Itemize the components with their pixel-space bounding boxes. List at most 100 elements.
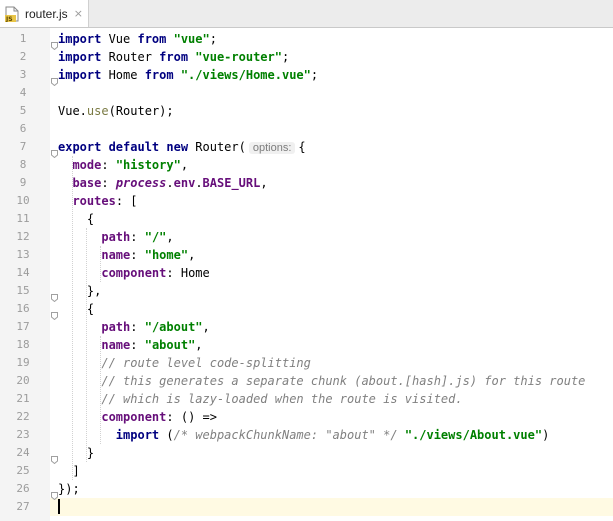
- code-line: // which is lazy-loaded when the route i…: [58, 390, 463, 408]
- close-icon[interactable]: ×: [74, 8, 83, 19]
- code-token: ,: [260, 176, 268, 190]
- js-file-icon: JS: [5, 6, 19, 23]
- line-number: 4: [19, 86, 27, 99]
- code-token: :: [130, 230, 145, 244]
- text-caret: [58, 499, 60, 514]
- line-number: 25: [16, 464, 30, 477]
- code-editor[interactable]: import Vue from "vue"; import Router from…: [50, 28, 613, 521]
- code-line: // this generates a separate chunk (abou…: [58, 372, 585, 390]
- code-line: import Home from "./views/Home.vue";: [58, 66, 318, 84]
- line-number: 19: [16, 356, 30, 369]
- code-line: {: [58, 210, 94, 228]
- code-token: });: [58, 482, 80, 496]
- fold-marker-icon[interactable]: [51, 287, 58, 303]
- parameter-hint: options:: [248, 142, 296, 154]
- line-number: 16: [16, 302, 30, 315]
- code-token: ;: [209, 32, 217, 46]
- code-token: import: [58, 68, 109, 82]
- code-token: ): [542, 428, 550, 442]
- tab-router-js[interactable]: JS router.js ×: [0, 0, 89, 27]
- code-token: ,: [202, 320, 210, 334]
- code-token: "/about": [144, 320, 203, 334]
- fold-marker-icon[interactable]: [51, 143, 58, 159]
- code-token: export: [58, 140, 109, 154]
- code-token: : [: [115, 194, 138, 208]
- code-token: mode: [72, 158, 102, 172]
- code-token: {: [298, 140, 306, 154]
- svg-text:JS: JS: [5, 16, 13, 22]
- line-number: 27: [16, 500, 30, 513]
- code-line: component: () =>: [58, 408, 217, 426]
- code-token: process: [115, 176, 167, 190]
- code-token: ;: [281, 50, 290, 64]
- line-number: 23: [16, 428, 30, 441]
- code-line: import (/* webpackChunkName: "about" */ …: [58, 426, 550, 444]
- code-token: ]: [58, 464, 80, 478]
- fold-marker-icon[interactable]: [51, 449, 58, 465]
- fold-marker-icon[interactable]: [51, 305, 58, 321]
- code-token: .: [195, 176, 203, 190]
- code-token: from: [137, 32, 174, 46]
- line-number: 7: [19, 140, 27, 153]
- code-token: from: [144, 68, 181, 82]
- code-token: "./views/Home.vue": [180, 68, 311, 82]
- code-token: import: [58, 32, 109, 46]
- code-line: }: [58, 444, 94, 462]
- code-line: name: "about",: [58, 336, 203, 354]
- line-number: 8: [19, 158, 27, 171]
- fold-marker-icon[interactable]: [51, 71, 58, 87]
- line-number: 24: [16, 446, 30, 459]
- code-token: ,: [188, 248, 196, 262]
- code-line: },: [58, 282, 101, 300]
- code-token: // which is lazy-loaded when the route i…: [101, 392, 463, 406]
- code-token: new: [166, 140, 196, 154]
- line-number-gutter: 1 2 3 4 5 6 7 8 9 10 11 12 13 14 15 16 17 18 19 20 21 22 23 24 2…: [0, 28, 50, 521]
- code-token: "/": [144, 230, 167, 244]
- code-line: export default new Router(options:{: [58, 138, 306, 156]
- line-number: 5: [19, 104, 27, 117]
- fold-marker-icon[interactable]: [51, 485, 58, 501]
- line-number: 22: [16, 410, 30, 423]
- code-token: from: [159, 50, 196, 64]
- code-token: : Home: [166, 266, 210, 280]
- code-token: ,: [180, 158, 189, 172]
- code-token: import: [115, 428, 167, 442]
- code-token: "vue-router": [195, 50, 282, 64]
- code-line: name: "home",: [58, 246, 195, 264]
- line-number: 6: [19, 122, 27, 135]
- code-token: ,: [195, 338, 203, 352]
- code-token: name: [101, 338, 131, 352]
- code-line: // route level code-splitting: [58, 354, 311, 372]
- fold-marker-icon[interactable]: [51, 35, 58, 51]
- line-number: 2: [19, 50, 27, 63]
- code-line: ]: [58, 462, 80, 480]
- code-line: mode: "history",: [58, 156, 188, 174]
- line-number: 18: [16, 338, 30, 351]
- code-token: :: [130, 320, 145, 334]
- code-token: env: [173, 176, 196, 190]
- line-number: 11: [16, 212, 30, 225]
- code-token: path: [101, 230, 131, 244]
- code-token: // this generates a separate chunk (abou…: [101, 374, 586, 388]
- code-token: Home: [108, 68, 145, 82]
- line-number: 3: [19, 68, 27, 81]
- code-token: {: [58, 302, 95, 316]
- code-token: routes: [72, 194, 116, 208]
- line-number: 1: [19, 32, 27, 45]
- code-token: BASE_URL: [202, 176, 261, 190]
- code-token: :: [101, 158, 116, 172]
- code-token: }: [58, 446, 95, 460]
- code-token: Vue.: [58, 104, 87, 118]
- code-token: default: [108, 140, 167, 154]
- code-line: });: [58, 480, 80, 498]
